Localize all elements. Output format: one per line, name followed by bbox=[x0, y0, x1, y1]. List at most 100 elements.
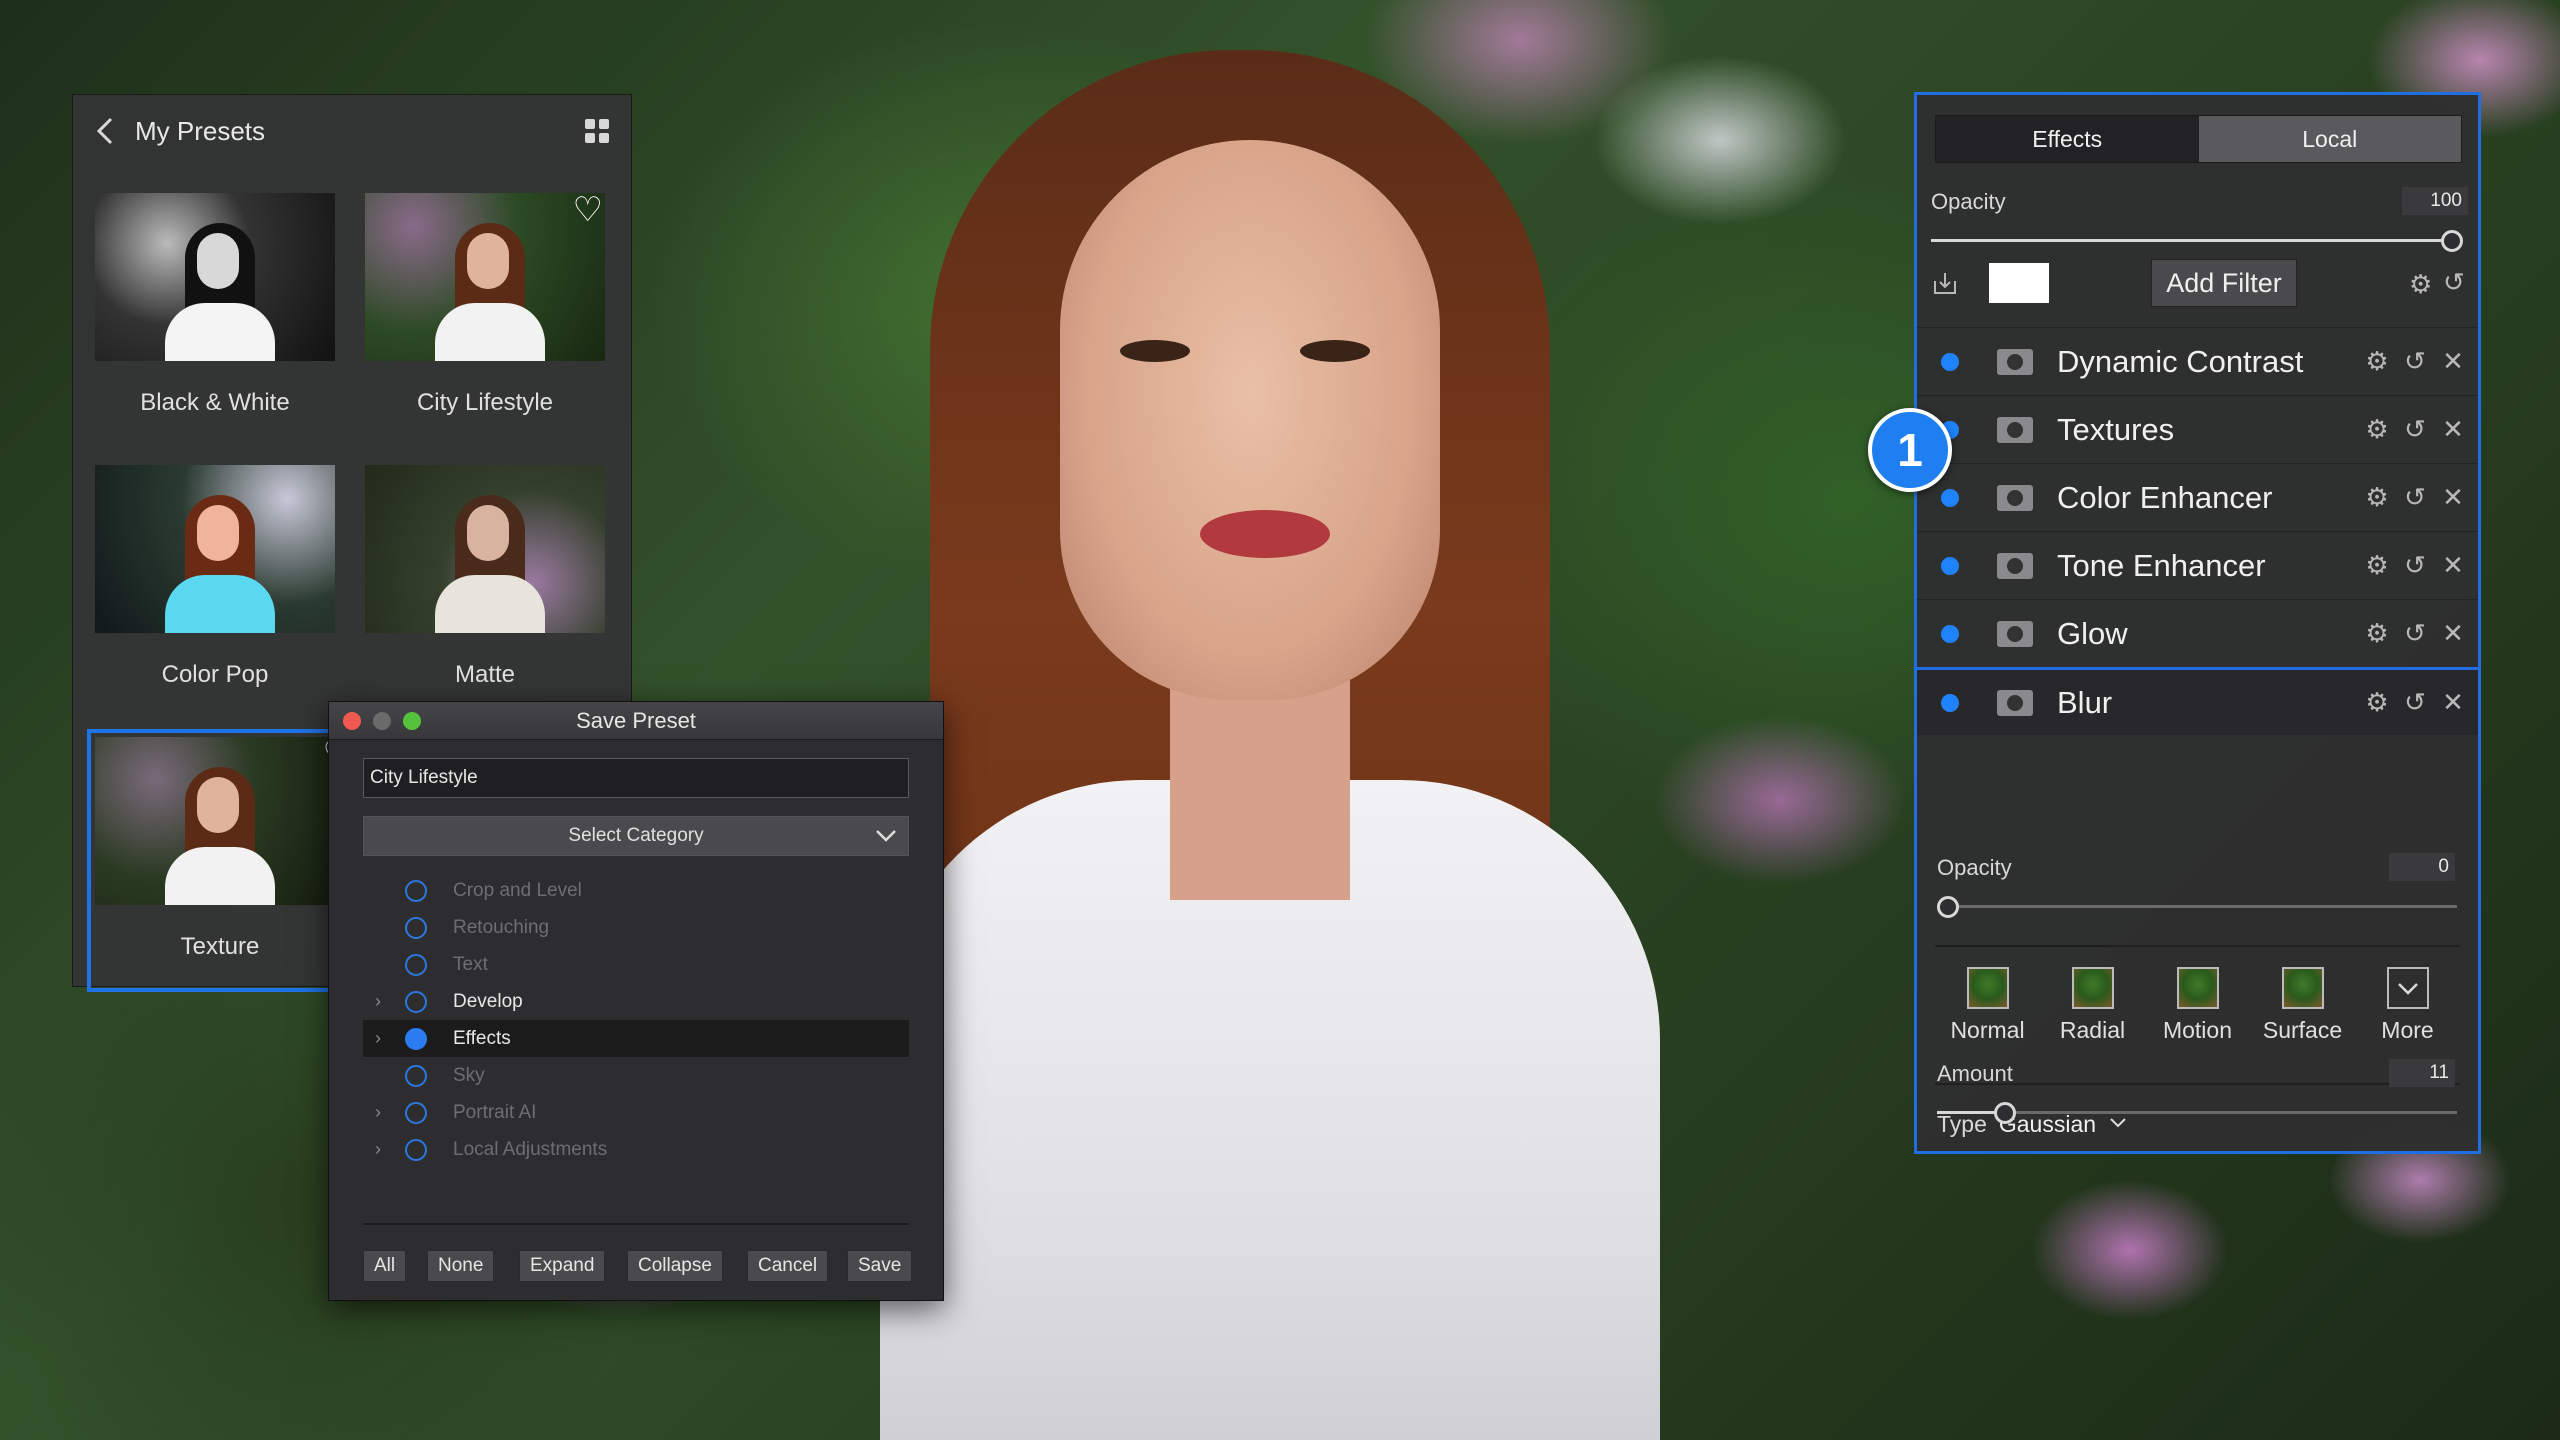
mask-icon[interactable] bbox=[1997, 689, 2033, 716]
filter-enabled-dot[interactable] bbox=[1941, 488, 1959, 507]
blur-opacity-value[interactable]: 0 bbox=[2389, 853, 2455, 881]
category-item-text[interactable]: Text bbox=[363, 946, 909, 983]
category-item-develop[interactable]: › Develop bbox=[363, 983, 909, 1020]
mask-icon[interactable] bbox=[1997, 416, 2033, 443]
grid-view-icon[interactable] bbox=[585, 119, 609, 143]
save-button[interactable]: Save bbox=[847, 1250, 913, 1282]
blur-mode-motion[interactable]: Motion bbox=[2145, 967, 2250, 1057]
blur-opacity-slider[interactable] bbox=[1937, 896, 2457, 918]
zoom-window-icon[interactable] bbox=[403, 711, 421, 730]
filter-enabled-dot[interactable] bbox=[1941, 624, 1959, 643]
filter-enabled-dot[interactable] bbox=[1941, 352, 1959, 371]
filter-row-color-enhancer[interactable]: Color Enhancer ⚙ ↺ ✕ bbox=[1917, 463, 2478, 531]
gear-icon[interactable]: ⚙ bbox=[2364, 482, 2390, 513]
category-radio[interactable] bbox=[405, 1101, 427, 1124]
preset-tile-texture[interactable]: ♡ Texture bbox=[87, 729, 353, 992]
blur-mode-more[interactable]: More bbox=[2355, 967, 2460, 1057]
reset-icon[interactable]: ↺ bbox=[2402, 618, 2428, 649]
chevron-right-icon[interactable]: › bbox=[375, 1139, 389, 1160]
none-button[interactable]: None bbox=[427, 1250, 495, 1282]
favorite-heart-icon[interactable]: ♡ bbox=[573, 193, 603, 227]
filters-panel: Effects Local Opacity 100 Add Filter ⚙ ↺… bbox=[1914, 92, 2481, 1154]
opacity-value[interactable]: 100 bbox=[2402, 187, 2468, 215]
opacity-slider[interactable] bbox=[1931, 230, 2463, 252]
category-item-crop-and-level[interactable]: Crop and Level bbox=[363, 872, 909, 909]
close-window-icon[interactable] bbox=[343, 711, 361, 730]
filter-row-textures[interactable]: Textures ⚙ ↺ ✕ bbox=[1917, 395, 2478, 463]
chevron-down-icon[interactable] bbox=[2108, 1111, 2128, 1138]
mask-icon[interactable] bbox=[1997, 552, 2033, 579]
reset-icon[interactable]: ↺ bbox=[2402, 550, 2428, 581]
category-item-effects[interactable]: › Effects bbox=[363, 1020, 909, 1057]
preset-tile-matte[interactable]: Matte bbox=[361, 461, 605, 716]
category-radio[interactable] bbox=[405, 1138, 427, 1161]
preset-tile-city-lifestyle[interactable]: ♡ City Lifestyle bbox=[361, 189, 605, 444]
gear-icon[interactable]: ⚙ bbox=[2364, 550, 2390, 581]
gear-icon[interactable]: ⚙ bbox=[2409, 269, 2432, 300]
category-item-sky[interactable]: Sky bbox=[363, 1057, 909, 1094]
filter-row-blur[interactable]: Blur ⚙ ↺ ✕ bbox=[1917, 667, 2478, 735]
close-icon[interactable]: ✕ bbox=[2440, 346, 2466, 377]
category-radio[interactable] bbox=[405, 879, 427, 902]
chevron-right-icon[interactable]: › bbox=[375, 1102, 389, 1123]
reset-icon[interactable]: ↺ bbox=[2402, 687, 2428, 718]
close-icon[interactable]: ✕ bbox=[2440, 687, 2466, 718]
minimize-window-icon[interactable] bbox=[373, 711, 391, 730]
blur-mode-surface[interactable]: Surface bbox=[2250, 967, 2355, 1057]
blur-mode-radial[interactable]: Radial bbox=[2040, 967, 2145, 1057]
close-icon[interactable]: ✕ bbox=[2440, 550, 2466, 581]
mask-icon[interactable] bbox=[1997, 484, 2033, 511]
dialog-divider bbox=[363, 1223, 909, 1225]
subject-lips bbox=[1200, 510, 1330, 558]
blur-opacity-slider-knob[interactable] bbox=[1937, 896, 1959, 918]
reset-icon[interactable]: ↺ bbox=[2402, 346, 2428, 377]
filter-row-dynamic-contrast[interactable]: Dynamic Contrast ⚙ ↺ ✕ bbox=[1917, 327, 2478, 395]
gear-icon[interactable]: ⚙ bbox=[2364, 687, 2390, 718]
category-radio[interactable] bbox=[405, 916, 427, 939]
opacity-slider-knob[interactable] bbox=[2441, 230, 2463, 252]
blur-amount-value[interactable]: 11 bbox=[2389, 1059, 2455, 1087]
close-icon[interactable]: ✕ bbox=[2440, 414, 2466, 445]
reset-icon[interactable]: ↺ bbox=[2402, 414, 2428, 445]
gear-icon[interactable]: ⚙ bbox=[2364, 618, 2390, 649]
reset-icon[interactable]: ↺ bbox=[2443, 267, 2465, 298]
category-item-retouching[interactable]: Retouching bbox=[363, 909, 909, 946]
blur-amount-slider[interactable] bbox=[1937, 1102, 2457, 1124]
color-swatch[interactable] bbox=[1989, 263, 2049, 303]
filter-row-glow[interactable]: Glow ⚙ ↺ ✕ bbox=[1917, 599, 2478, 667]
filter-row-tone-enhancer[interactable]: Tone Enhancer ⚙ ↺ ✕ bbox=[1917, 531, 2478, 599]
close-icon[interactable]: ✕ bbox=[2440, 482, 2466, 513]
category-item-portrait-ai[interactable]: › Portrait AI bbox=[363, 1094, 909, 1131]
filter-enabled-dot[interactable] bbox=[1941, 556, 1959, 575]
gear-icon[interactable]: ⚙ bbox=[2364, 414, 2390, 445]
gear-icon[interactable]: ⚙ bbox=[2364, 346, 2390, 377]
category-select[interactable]: Select Category bbox=[363, 816, 909, 856]
mask-icon[interactable] bbox=[1997, 620, 2033, 647]
close-icon[interactable]: ✕ bbox=[2440, 618, 2466, 649]
preset-tile-color-pop[interactable]: Color Pop bbox=[91, 461, 335, 716]
import-icon[interactable] bbox=[1931, 269, 1959, 302]
category-radio[interactable] bbox=[405, 1064, 427, 1087]
reset-icon[interactable]: ↺ bbox=[2402, 482, 2428, 513]
mask-icon[interactable] bbox=[1997, 348, 2033, 375]
preset-name-input[interactable] bbox=[363, 758, 909, 798]
filter-enabled-dot[interactable] bbox=[1941, 693, 1959, 712]
blur-type-row[interactable]: Type Gaussian bbox=[1937, 1111, 2128, 1138]
back-chevron-icon[interactable] bbox=[95, 117, 123, 145]
preset-tile-black-white[interactable]: Black & White bbox=[91, 189, 335, 444]
tab-local[interactable]: Local bbox=[2198, 116, 2461, 162]
category-radio[interactable] bbox=[405, 990, 427, 1013]
chevron-right-icon[interactable]: › bbox=[375, 1028, 389, 1049]
category-item-local-adjustments[interactable]: › Local Adjustments bbox=[363, 1131, 909, 1168]
collapse-button[interactable]: Collapse bbox=[627, 1250, 723, 1282]
chevron-right-icon[interactable]: › bbox=[375, 991, 389, 1012]
category-radio[interactable] bbox=[405, 953, 427, 976]
cancel-button[interactable]: Cancel bbox=[747, 1250, 829, 1282]
tab-effects[interactable]: Effects bbox=[1936, 116, 2199, 162]
expand-button[interactable]: Expand bbox=[519, 1250, 606, 1282]
blur-mode-normal[interactable]: Normal bbox=[1935, 967, 2040, 1057]
all-button[interactable]: All bbox=[363, 1250, 407, 1282]
category-radio-checked[interactable] bbox=[405, 1027, 427, 1050]
blur-amount-slider-knob[interactable] bbox=[1994, 1102, 2016, 1124]
add-filter-button[interactable]: Add Filter bbox=[2151, 259, 2297, 307]
